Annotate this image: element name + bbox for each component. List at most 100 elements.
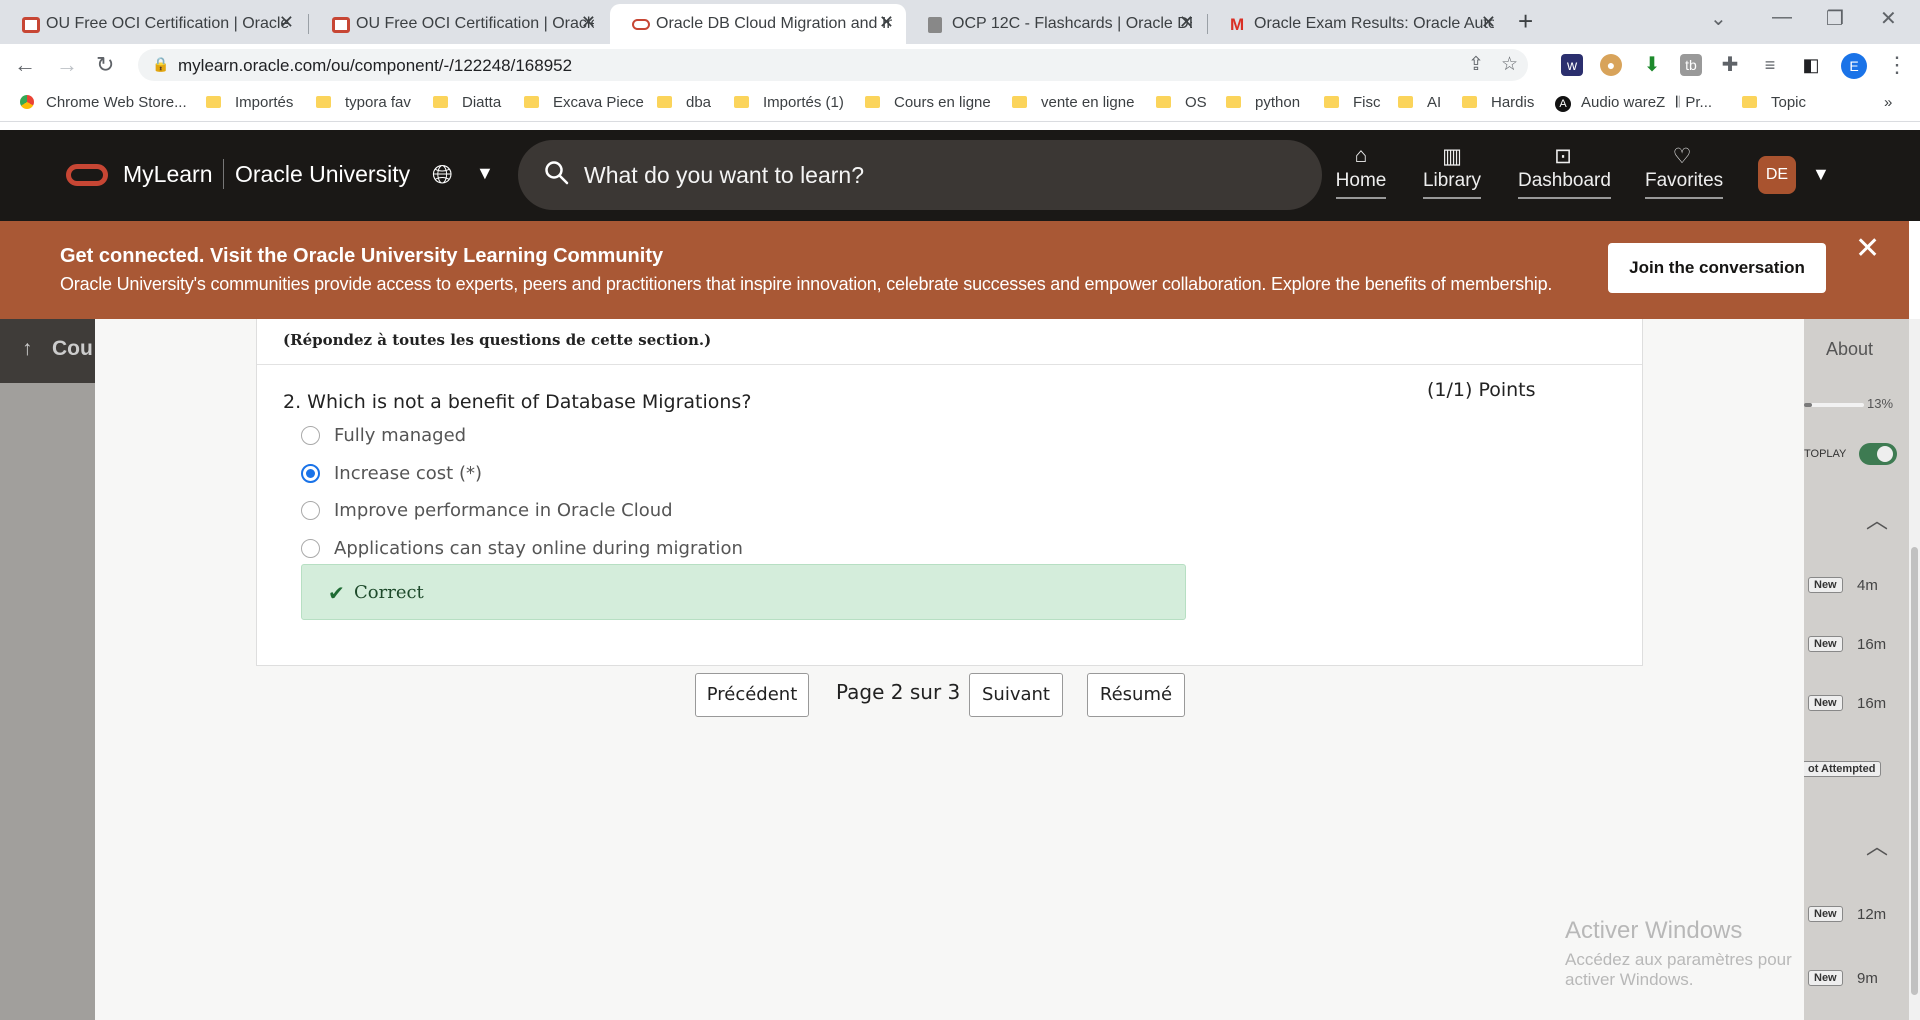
reading-list-icon[interactable]: ≡ — [1759, 54, 1781, 76]
bookmark-folder[interactable]: OS — [1156, 94, 1207, 111]
new-tab-icon[interactable]: + — [1518, 6, 1533, 37]
course-outline-panel: About 13% TOPLAY ︿ New 4m New 16m New 16… — [1804, 319, 1909, 1020]
close-icon[interactable]: ✕ — [879, 12, 894, 33]
nav-home[interactable]: ⌂ Home — [1334, 144, 1388, 199]
account-caret-icon[interactable]: ▼ — [1812, 164, 1830, 185]
bookmark-folder[interactable]: Excava Piece — [524, 94, 644, 111]
bookmark-folder[interactable]: AI — [1398, 94, 1441, 111]
puzzle-extensions-icon[interactable]: ✚ — [1719, 54, 1741, 76]
nav-favorites[interactable]: ♡ Favorites — [1645, 144, 1724, 199]
address-bar: ← → ↻ 🔒 mylearn.oracle.com/ou/component/… — [0, 44, 1920, 86]
forward-icon[interactable]: → — [56, 52, 78, 78]
bookmark-folder[interactable]: typora fav — [316, 94, 411, 111]
join-conversation-button[interactable]: Join the conversation — [1608, 243, 1826, 293]
bookmark-folder[interactable]: Cours en ligne — [865, 94, 991, 111]
about-tab[interactable]: About — [1826, 339, 1873, 360]
cookie-extension-icon[interactable]: ● — [1600, 54, 1622, 76]
previous-button[interactable]: Précédent — [695, 673, 809, 717]
scrollbar-thumb[interactable] — [1911, 547, 1918, 995]
tb-extension-icon[interactable]: tb — [1680, 54, 1702, 76]
close-icon[interactable]: ✕ — [581, 12, 596, 33]
chevron-up-icon[interactable]: ︿ — [1866, 503, 1888, 535]
folder-icon — [1012, 96, 1027, 108]
home-icon: ⌂ — [1354, 144, 1368, 167]
close-icon[interactable]: ✕ — [279, 12, 294, 33]
language-caret-icon[interactable]: ▼ — [476, 163, 494, 184]
radio-button[interactable] — [301, 500, 320, 520]
share-icon[interactable]: ⇪ — [1468, 53, 1484, 76]
extension-icon[interactable]: w — [1561, 54, 1583, 76]
nav-dashboard[interactable]: ⊡ Dashboard — [1518, 144, 1611, 199]
close-icon[interactable]: ✕ — [1855, 231, 1880, 266]
lock-icon[interactable]: 🔒 — [152, 56, 169, 73]
folder-icon — [1156, 96, 1171, 108]
brand-mylearn[interactable]: MyLearn — [123, 161, 212, 188]
answer-option-selected[interactable]: Increase cost (*) — [301, 461, 482, 485]
bookmark-folder[interactable]: Hardis — [1462, 94, 1534, 111]
piano-icon: 𝄃 — [1676, 94, 1680, 111]
close-icon[interactable]: ✕ — [1179, 12, 1194, 33]
course-back-bar[interactable]: ↑ Cou — [0, 319, 95, 383]
answer-option[interactable]: Fully managed — [301, 423, 466, 447]
window-close-icon[interactable]: ✕ — [1880, 6, 1897, 31]
radio-button[interactable] — [301, 538, 320, 558]
windows-activation-text: Accédez aux paramètres pour activer Wind… — [1565, 950, 1792, 989]
close-icon[interactable]: ✕ — [1481, 12, 1496, 33]
side-panel-icon[interactable]: ◧ — [1800, 54, 1822, 76]
bookmark-item[interactable]: A Audio wareZ — [1555, 94, 1665, 112]
tab-title: Oracle Exam Results: Oracle Auto — [1254, 15, 1494, 32]
browser-tab[interactable]: OCP 12C - Flashcards | Oracle DB ✕ — [906, 4, 1206, 44]
bookmark-folder[interactable]: Fisc — [1324, 94, 1381, 111]
download-extension-icon[interactable]: ⬇ — [1641, 54, 1663, 76]
browser-tab[interactable]: OU Free OCI Certification | Oracle ✕ — [0, 4, 306, 44]
chrome-web-store-icon — [20, 95, 34, 109]
radio-button[interactable] — [301, 425, 320, 445]
dashboard-icon: ⊡ — [1554, 145, 1572, 168]
check-icon: ✔ — [328, 583, 345, 605]
bookmark-folder[interactable]: python — [1226, 94, 1300, 111]
summary-button[interactable]: Résumé — [1087, 673, 1185, 717]
radio-button-selected[interactable] — [301, 463, 320, 483]
bookmark-star-icon[interactable]: ☆ — [1501, 53, 1518, 76]
bookmark-folder[interactable]: Importés (1) — [734, 94, 844, 111]
autoplay-toggle[interactable] — [1859, 443, 1897, 465]
bookmark-folder[interactable]: Diatta — [433, 94, 501, 111]
bookmark-folder[interactable]: vente en ligne — [1012, 94, 1134, 111]
progress-bar — [1804, 403, 1864, 407]
chevron-up-icon[interactable]: ︿ — [1866, 829, 1888, 861]
feedback-box: ✔ Correct — [301, 564, 1186, 620]
answer-option[interactable]: Applications can stay online during migr… — [301, 536, 743, 560]
folder-icon — [1462, 96, 1477, 108]
progress-percent: 13% — [1867, 396, 1894, 411]
search-input[interactable]: What do you want to learn? — [518, 140, 1322, 210]
bookmark-folder[interactable]: Importés — [206, 94, 293, 111]
bookmark-item[interactable]: Chrome Web Store... — [20, 94, 187, 111]
url-text[interactable]: mylearn.oracle.com/ou/component/-/122248… — [178, 56, 572, 76]
bookmark-item[interactable]: 𝄃 Pr... — [1676, 94, 1712, 111]
oracle-logo-icon[interactable] — [66, 164, 108, 186]
back-icon[interactable]: ← — [14, 52, 36, 78]
profile-avatar[interactable]: E — [1841, 53, 1867, 79]
browser-tab[interactable]: OU Free OCI Certification | Oracle ✕ — [310, 4, 608, 44]
minimize-icon[interactable]: — — [1772, 6, 1792, 29]
oracle-icon — [332, 17, 350, 33]
bookmark-folder[interactable]: Topic — [1742, 94, 1806, 111]
banner-title: Get connected. Visit the Oracle Universi… — [60, 245, 664, 267]
bookmark-folder[interactable]: dba — [657, 94, 711, 111]
reload-icon[interactable]: ↻ — [96, 52, 114, 78]
browser-tab-active[interactable]: Oracle DB Cloud Migration and In ✕ — [610, 4, 906, 44]
search-placeholder: What do you want to learn? — [584, 162, 864, 188]
tab-search-icon[interactable]: ⌄ — [1710, 6, 1727, 31]
user-avatar[interactable]: DE — [1758, 156, 1796, 194]
brand-oracle-university[interactable]: Oracle University — [235, 161, 410, 188]
folder-icon — [206, 96, 221, 108]
chrome-menu-icon[interactable]: ⋮ — [1886, 52, 1908, 78]
restore-icon[interactable]: ❐ — [1826, 6, 1844, 31]
more-bookmarks-icon[interactable]: » — [1884, 94, 1892, 111]
globe-icon[interactable]: 🌐︎ — [432, 159, 453, 191]
url-field[interactable]: 🔒 mylearn.oracle.com/ou/component/-/1222… — [138, 49, 1528, 81]
next-button[interactable]: Suivant — [969, 673, 1063, 717]
answer-option[interactable]: Improve performance in Oracle Cloud — [301, 498, 673, 522]
nav-library[interactable]: ▥ Library — [1420, 144, 1484, 199]
browser-tab[interactable]: M Oracle Exam Results: Oracle Auto ✕ — [1208, 4, 1508, 44]
